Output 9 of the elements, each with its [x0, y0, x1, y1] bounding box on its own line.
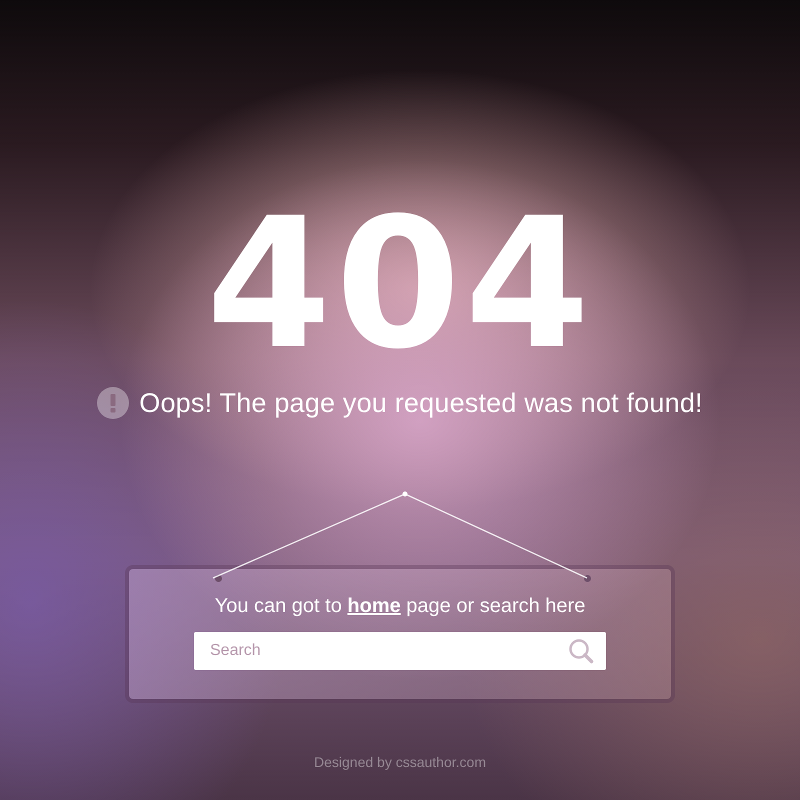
search-prompt: You can got to home page or search here [214, 595, 586, 618]
home-link[interactable]: home [347, 595, 401, 617]
search-icon[interactable] [568, 638, 594, 664]
designer-credit: Designed by cssauthor.com [314, 754, 486, 770]
error-message: Oops! The page you requested was not found! [139, 388, 703, 418]
warning-icon [97, 387, 130, 419]
pin-dot [584, 575, 591, 582]
search-field[interactable]: Search [194, 632, 606, 670]
error-code: 404 [206, 195, 594, 375]
